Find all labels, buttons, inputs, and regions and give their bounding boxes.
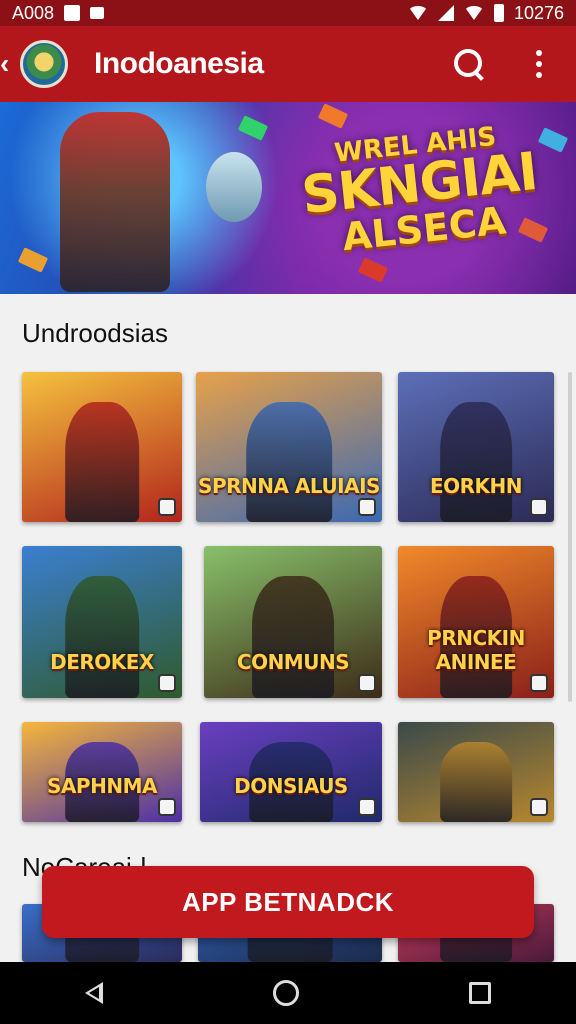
game-tile-label: DEROKEX — [50, 650, 154, 674]
game-tile[interactable] — [22, 372, 182, 522]
game-character-figure — [440, 742, 512, 822]
app-download-button[interactable]: APP BETNADCK — [42, 866, 534, 938]
status-time-right: 10276 — [513, 2, 564, 23]
tile-corner-icon — [158, 498, 176, 516]
game-tile[interactable]: DONSIAUS — [200, 722, 382, 822]
shard-decoration — [237, 115, 269, 141]
nav-recents-icon[interactable] — [469, 982, 491, 1004]
wifi-icon — [407, 6, 428, 20]
shard-decoration — [537, 127, 569, 153]
game-tile-label: EORKHN — [429, 474, 523, 498]
banner-hero-figure — [60, 112, 170, 292]
game-character-figure — [65, 576, 139, 698]
scrollbar[interactable] — [568, 372, 572, 702]
game-tile-label: SAPHNMA — [47, 774, 157, 798]
game-tile[interactable]: DEROKEX — [22, 546, 182, 698]
game-character-figure — [246, 402, 332, 522]
tile-corner-icon — [358, 498, 376, 516]
more-options-icon[interactable] — [524, 47, 554, 81]
game-tile-label: SPRNNA ALUIAIS — [198, 474, 380, 498]
navigation-bar — [0, 962, 576, 1024]
back-arrow-icon[interactable]: ‹ — [0, 50, 14, 78]
tile-corner-icon — [158, 674, 176, 692]
signal-icon — [437, 5, 454, 21]
status-time-left: A008 — [12, 2, 55, 23]
game-tile[interactable]: SPRNNA ALUIAIS — [196, 372, 382, 522]
featured-banner[interactable]: WREL AHIS SKNGIAI ALSECA — [0, 102, 576, 294]
app-logo — [20, 40, 68, 88]
tile-corner-icon — [530, 798, 548, 816]
game-character-figure — [65, 402, 139, 522]
notification-icon — [64, 5, 81, 21]
wifi-secondary-icon — [463, 6, 484, 20]
game-tile[interactable] — [398, 722, 554, 822]
shard-decoration — [17, 247, 49, 273]
banner-sidekick-figure — [206, 152, 262, 222]
nav-home-icon[interactable] — [273, 980, 299, 1006]
banner-title: WREL AHIS SKNGIAI ALSECA — [295, 120, 546, 260]
game-tile[interactable]: CONMUNS — [204, 546, 382, 698]
tile-corner-icon — [358, 798, 376, 816]
game-tile-label: PRNCKIN ANINEE — [427, 626, 525, 674]
app-title: Inodoanesia — [94, 47, 264, 80]
search-icon[interactable] — [452, 47, 486, 81]
game-tile-label: CONMUNS — [236, 650, 350, 674]
app-bar: ‹ Inodoanesia — [0, 26, 576, 102]
game-tile[interactable]: EORKHN — [398, 372, 554, 522]
battery-icon — [493, 4, 504, 22]
shard-decoration — [357, 257, 389, 283]
game-tile-label: DONSIAUS — [234, 774, 348, 798]
section-title: Undroodsias — [22, 318, 168, 348]
game-tile[interactable]: PRNCKIN ANINEE — [398, 546, 554, 698]
tile-corner-icon — [158, 798, 176, 816]
status-bar: A008 10276 — [0, 0, 576, 26]
game-character-figure — [440, 402, 512, 522]
tile-corner-icon — [530, 498, 548, 516]
shard-decoration — [317, 103, 349, 129]
nav-back-icon[interactable] — [85, 982, 103, 1004]
tile-corner-icon — [358, 674, 376, 692]
game-character-figure — [252, 576, 334, 698]
tile-corner-icon — [530, 674, 548, 692]
message-icon — [90, 7, 105, 19]
game-tile[interactable]: SAPHNMA — [22, 722, 182, 822]
